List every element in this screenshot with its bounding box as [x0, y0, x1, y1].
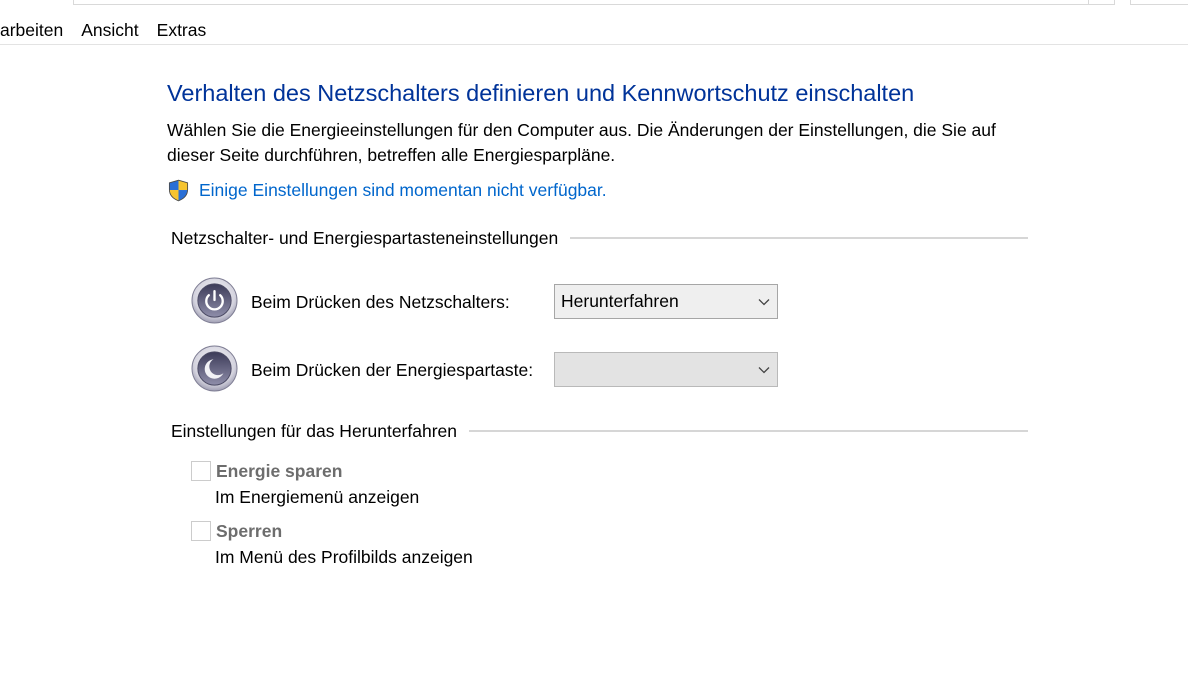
- menu-item-bearbeiten[interactable]: arbeiten: [0, 18, 72, 43]
- section-header-button-settings: Netzschalter- und Energiespartasteneinst…: [171, 226, 1028, 251]
- section-divider: [469, 429, 1028, 432]
- lock-option-label: Sperren: [216, 520, 283, 541]
- sleep-button-action-select[interactable]: [554, 352, 778, 387]
- select-value: Herunterfahren: [561, 291, 679, 311]
- menu-item-ansicht[interactable]: Ansicht: [72, 18, 147, 43]
- section-title: Netzschalter- und Energiespartasteneinst…: [171, 227, 559, 248]
- address-bar[interactable]: [73, 0, 1115, 5]
- shutdown-option-lock: Sperren Im Menü des Profilbilds anzeigen: [191, 519, 511, 571]
- power-options-page: arbeiten Ansicht Extras Verhalten des Ne…: [0, 0, 1188, 677]
- sleep-button-icon: [191, 345, 238, 392]
- admin-notice: Einige Einstellungen sind momentan nicht…: [167, 178, 607, 203]
- sleep-button-row: Beim Drücken der Energiespartaste:: [191, 345, 778, 392]
- lock-checkbox[interactable]: [191, 521, 211, 541]
- power-button-label: Beim Drücken des Netzschalters:: [251, 291, 510, 312]
- menu-bar-divider: [0, 44, 1188, 45]
- sleep-button-label: Beim Drücken der Energiespartaste:: [251, 359, 534, 380]
- address-history-button[interactable]: [1088, 0, 1114, 4]
- search-box[interactable]: [1130, 0, 1188, 5]
- chevron-down-icon: [758, 367, 770, 374]
- power-button-action-select[interactable]: Herunterfahren: [554, 284, 778, 319]
- uac-shield-icon: [168, 179, 189, 202]
- shutdown-option-sleep: Energie sparen Im Energiemenü anzeigen: [191, 459, 511, 511]
- sleep-option-label: Energie sparen: [216, 460, 343, 481]
- menu-bar: arbeiten Ansicht Extras: [0, 18, 215, 43]
- page-description: Wählen Sie die Energieeinstellungen für …: [167, 120, 996, 165]
- section-header-shutdown-settings: Einstellungen für das Herunterfahren: [171, 419, 1028, 444]
- sleep-option-description: Im Energiemenü anzeigen: [215, 487, 420, 507]
- power-button-row: Beim Drücken des Netzschalters: Herunter…: [191, 277, 778, 324]
- section-divider: [570, 236, 1028, 239]
- lock-option-description: Im Menü des Profilbilds anzeigen: [215, 547, 473, 567]
- section-title: Einstellungen für das Herunterfahren: [171, 420, 458, 441]
- admin-settings-link[interactable]: Einige Einstellungen sind momentan nicht…: [199, 178, 607, 203]
- menu-item-extras[interactable]: Extras: [148, 18, 216, 43]
- chevron-down-icon: [758, 299, 770, 306]
- power-button-icon: [191, 277, 238, 324]
- sleep-checkbox[interactable]: [191, 461, 211, 481]
- page-title: Verhalten des Netzschalters definieren u…: [167, 80, 915, 106]
